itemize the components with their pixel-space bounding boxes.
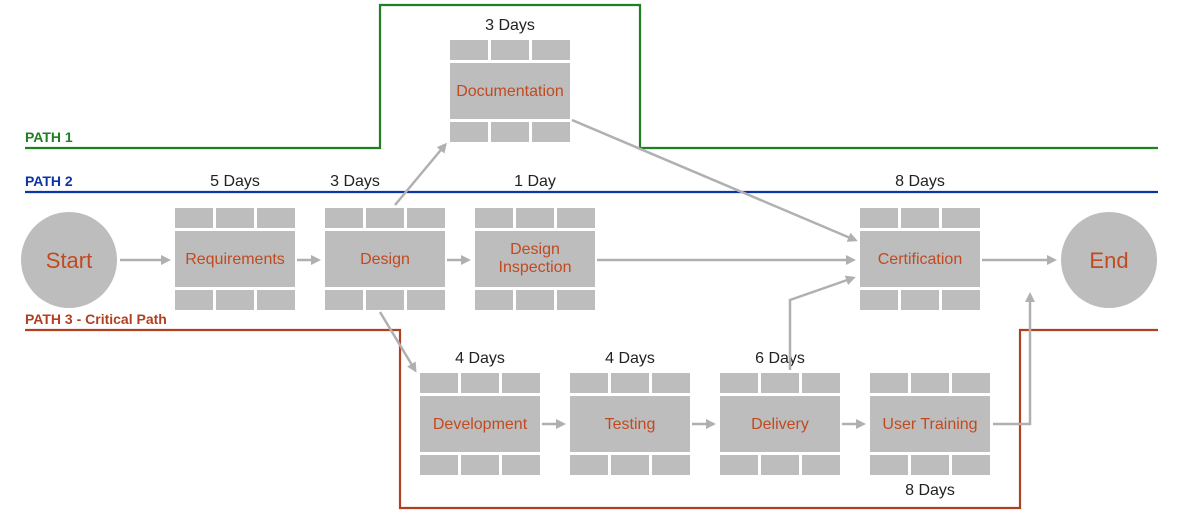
task-certification-title: Certification [878,251,962,268]
task-design-inspection-title-2: Inspection [499,259,572,276]
task-development-duration: 4 Days [455,350,505,367]
task-design-duration: 3 Days [330,173,380,190]
task-delivery-duration: 6 Days [755,350,805,367]
task-development-title: Development [433,416,528,433]
task-user-training-duration: 8 Days [905,482,955,499]
task-design-inspection: Design Inspection [475,208,595,310]
critical-path-diagram: PATH 1 PATH 2 PATH 3 - Critical Path Sta… [0,0,1180,514]
end-node: End [1061,212,1157,308]
task-design-inspection-duration: 1 Day [514,173,556,190]
start-label: Start [46,248,92,273]
task-requirements-title: Requirements [185,251,285,268]
task-certification-duration: 8 Days [895,173,945,190]
task-user-training: User Training [870,373,990,475]
task-user-training-title: User Training [882,416,977,433]
arrow-design-development [380,312,415,370]
task-delivery-title: Delivery [751,416,809,433]
task-requirements: Requirements [175,208,295,310]
task-delivery: Delivery [720,373,840,475]
task-testing: Testing [570,373,690,475]
path1-frame [25,5,1158,148]
task-requirements-duration: 5 Days [210,173,260,190]
task-testing-duration: 4 Days [605,350,655,367]
task-documentation-duration: 3 Days [485,17,535,34]
task-certification: Certification [860,208,980,310]
task-documentation: Documentation [450,40,570,142]
end-label: End [1089,248,1128,273]
task-testing-title: Testing [605,416,656,433]
arrow-documentation-certification [572,120,855,240]
arrow-usertraining-end [993,295,1030,424]
path2-label: PATH 2 [25,173,73,189]
task-development: Development [420,373,540,475]
task-design: Design [325,208,445,310]
task-documentation-title: Documentation [456,83,564,100]
task-design-inspection-title-1: Design [510,241,560,258]
path3-label: PATH 3 - Critical Path [25,311,167,327]
start-node: Start [21,212,117,308]
arrow-design-documentation [395,145,445,205]
path1-label: PATH 1 [25,129,73,145]
task-design-title: Design [360,251,410,268]
